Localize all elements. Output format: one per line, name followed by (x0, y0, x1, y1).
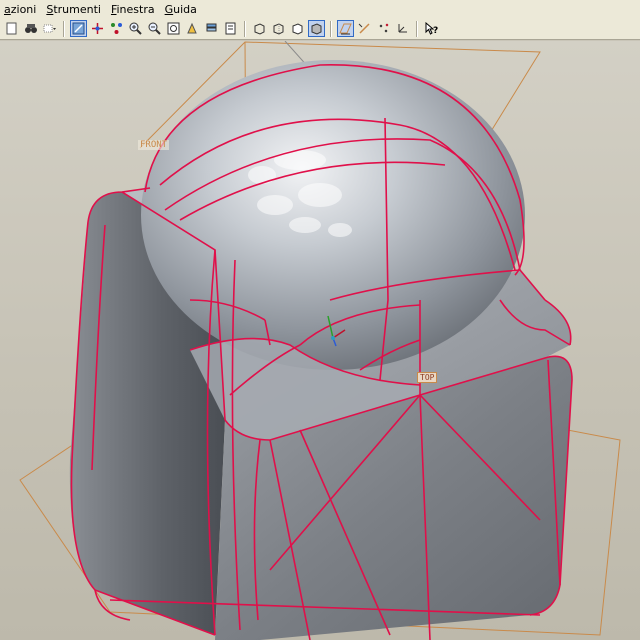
menu-finestra[interactable]: Finestra (107, 3, 161, 16)
spin-center-icon[interactable] (89, 20, 106, 37)
datum-axes-icon[interactable] (356, 20, 373, 37)
menu-azioni[interactable]: azioni (0, 3, 42, 16)
datum-top-label[interactable]: TOP (417, 372, 438, 383)
orient-icon[interactable] (108, 20, 125, 37)
saved-views-icon[interactable] (222, 20, 239, 37)
menu-strumenti[interactable]: Strumenti (42, 3, 107, 16)
datum-planes-icon[interactable] (337, 20, 354, 37)
zoom-out-icon[interactable] (146, 20, 163, 37)
csys-icon[interactable] (394, 20, 411, 37)
graphics-viewport[interactable]: FRONT TOP (0, 41, 640, 640)
view-manager-icon[interactable] (184, 20, 201, 37)
refit-icon[interactable] (165, 20, 182, 37)
menu-guida[interactable]: Guida (161, 3, 203, 16)
shading-icon[interactable] (308, 20, 325, 37)
datum-front-label[interactable]: FRONT (138, 140, 170, 150)
model-canvas[interactable] (0, 41, 640, 640)
menu-bar: azioni Strumenti Finestra Guida (0, 0, 640, 19)
datum-points-icon[interactable] (375, 20, 392, 37)
toolbar-separator (63, 20, 65, 37)
zoom-in-icon[interactable] (127, 20, 144, 37)
binoculars-icon[interactable] (22, 20, 39, 37)
repaint-icon[interactable] (70, 20, 87, 37)
toolbar-separator (416, 20, 418, 37)
toolbar: ? (0, 18, 640, 40)
toolbar-separator (244, 20, 246, 37)
svg-text:?: ? (433, 26, 438, 35)
new-file-icon[interactable] (3, 20, 20, 37)
hidden-line-icon[interactable] (270, 20, 287, 37)
no-hidden-icon[interactable] (289, 20, 306, 37)
layers-icon[interactable] (203, 20, 220, 37)
dropdown-icon[interactable] (41, 20, 58, 37)
wireframe-icon[interactable] (251, 20, 268, 37)
toolbar-separator (330, 20, 332, 37)
context-help-icon[interactable]: ? (423, 20, 440, 37)
